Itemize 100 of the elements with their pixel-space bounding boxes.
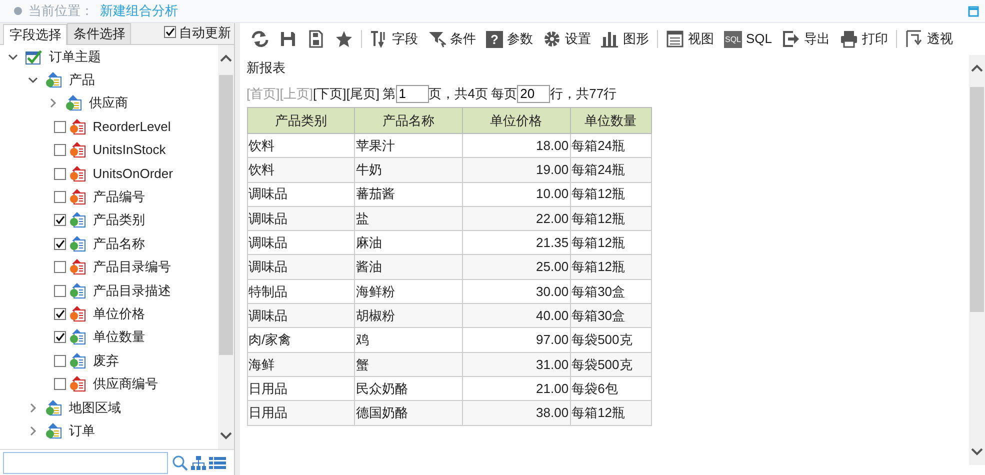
table-cell: 蟹	[354, 352, 462, 376]
tree-item-label[interactable]: 产品名称	[92, 232, 145, 256]
table-cell: 海鲜	[247, 352, 355, 376]
tree-item-label[interactable]: 订单主题	[48, 45, 101, 69]
table-cell: 日用品	[247, 400, 355, 426]
scroll-down-icon[interactable]	[970, 447, 984, 457]
toolbar-button[interactable]: 设置	[538, 27, 596, 51]
table-cell: 调味品	[247, 206, 355, 231]
tree-item-label[interactable]: 供应商编号	[92, 372, 158, 396]
report-title: 新报表	[246, 59, 286, 78]
table-cell: 每箱12瓶	[570, 206, 651, 231]
column-header[interactable]: 单位价格	[462, 108, 570, 134]
toolbar-button[interactable]: 导出	[777, 27, 836, 51]
field-icon	[69, 376, 86, 392]
page-input[interactable]: 1	[396, 85, 429, 103]
checkbox[interactable]	[54, 144, 66, 156]
toolbar-button[interactable]: 条件	[423, 27, 481, 51]
checkbox[interactable]	[54, 378, 66, 390]
checkbox[interactable]	[54, 168, 66, 180]
chevron-right-icon[interactable]	[28, 426, 38, 436]
table-cell: 每箱24瓶	[570, 158, 651, 182]
tree-item-label[interactable]: UnitsInStock	[92, 138, 166, 162]
table-cell: 19.00	[462, 158, 570, 182]
pager-link[interactable]: [下页]	[312, 84, 346, 104]
checkbox[interactable]	[54, 284, 66, 297]
scroll-down-icon[interactable]	[219, 431, 233, 441]
tree-item-label[interactable]: 产品	[68, 68, 95, 92]
tree-item-label[interactable]: 地图区域	[68, 396, 121, 420]
table-cell: 蕃茄酱	[354, 182, 462, 206]
chevron-down-icon[interactable]	[8, 52, 18, 62]
table-cell: 22.00	[462, 206, 570, 231]
list-icon[interactable]	[209, 456, 226, 468]
search-field[interactable]	[3, 452, 168, 474]
tab[interactable]: 字段选择	[3, 24, 68, 45]
field-icon	[69, 189, 86, 206]
field-icon	[69, 352, 86, 369]
tree-item-label[interactable]: 单位数量	[92, 325, 145, 350]
pager-text: 每页	[491, 85, 518, 104]
field-icon	[69, 236, 86, 252]
checkbox[interactable]	[54, 331, 66, 344]
table-cell: 鸡	[354, 328, 462, 352]
checklist-icon	[25, 48, 42, 65]
table-cell: 调味品	[247, 304, 355, 328]
hierarchy-icon[interactable]	[190, 456, 206, 470]
pager-text: 第	[382, 85, 396, 104]
checkbox[interactable]	[54, 308, 66, 320]
checkbox[interactable]	[54, 191, 66, 204]
checkbox[interactable]	[164, 26, 176, 38]
tree-item-label[interactable]: 供应商	[88, 91, 128, 116]
toolbar-button[interactable]: SQL SQL	[719, 27, 778, 51]
tree-item-label[interactable]: 废弃	[92, 348, 119, 373]
scrollbar[interactable]	[218, 45, 234, 449]
toolbar-button[interactable]: 图形	[596, 27, 654, 51]
scroll-up-icon[interactable]	[219, 53, 233, 63]
checkbox[interactable]	[54, 238, 66, 250]
tree-item-label[interactable]: 产品目录描述	[92, 278, 171, 303]
pager-link[interactable]: [尾页]	[346, 84, 380, 104]
column-header[interactable]: 产品名称	[354, 108, 462, 134]
bullet-icon	[14, 7, 22, 15]
table-cell: 牛奶	[354, 158, 462, 182]
table-icon	[45, 422, 62, 439]
chevron-down-icon[interactable]	[28, 75, 38, 86]
field-icon	[69, 329, 86, 346]
toolbar-button[interactable]: 视图	[661, 27, 719, 51]
tree-item-label[interactable]: 产品编号	[92, 185, 145, 210]
checkbox[interactable]	[54, 214, 66, 226]
toolbar-button[interactable]: 打印	[835, 27, 894, 51]
checkbox[interactable]	[54, 261, 66, 274]
tree-item-label[interactable]: 订单	[68, 418, 95, 443]
chevron-right-icon[interactable]	[28, 402, 38, 413]
table-cell: 10.00	[462, 182, 570, 206]
table-cell: 每袋500克	[570, 328, 651, 352]
scroll-up-icon[interactable]	[970, 63, 984, 73]
checkbox[interactable]	[54, 120, 66, 133]
checkbox-label[interactable]: 自动更新	[178, 22, 231, 42]
scrollbar[interactable]	[969, 55, 985, 465]
tree-item-label[interactable]: UnitsOnOrder	[92, 162, 173, 186]
chevron-right-icon[interactable]	[48, 98, 58, 108]
column-header[interactable]: 产品类别	[247, 108, 355, 134]
table-cell: 肉/家禽	[247, 328, 355, 352]
field-icon	[69, 212, 86, 228]
save-as-icon	[307, 30, 325, 48]
toolbar-button[interactable]: 透视	[900, 27, 958, 51]
tree-item-label[interactable]: 产品类别	[92, 208, 145, 232]
expand-icon[interactable]	[968, 6, 979, 16]
field-icon	[69, 166, 86, 182]
breadcrumb-label: 当前位置：	[28, 2, 94, 20]
sql-icon: SQL	[724, 30, 742, 48]
tab[interactable]: 条件选择	[67, 23, 132, 44]
toolbar-button[interactable]: ? 参数	[481, 27, 538, 51]
toolbar-button[interactable]: 字段	[365, 27, 423, 51]
checkbox[interactable]	[54, 354, 66, 367]
column-header[interactable]: 单位数量	[570, 108, 651, 134]
tree-item-label[interactable]: ReorderLevel	[92, 114, 171, 139]
page-input[interactable]: 20	[517, 85, 550, 103]
table-cell: 每袋500克	[570, 352, 651, 376]
search-icon[interactable]	[172, 454, 188, 470]
pager-text: 页，共4页	[428, 85, 488, 104]
tree-item-label[interactable]: 产品目录编号	[92, 255, 171, 280]
tree-item-label[interactable]: 单位价格	[92, 302, 145, 326]
